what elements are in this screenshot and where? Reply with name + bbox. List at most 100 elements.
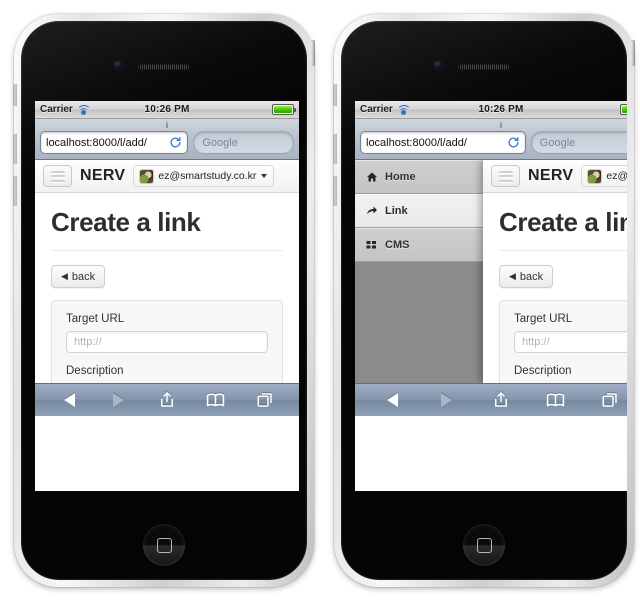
brand-label[interactable]: NERV — [80, 167, 125, 185]
chevron-left-icon: ◀ — [61, 271, 68, 281]
target-url-input[interactable]: http:// — [66, 331, 268, 353]
back-button-label: back — [71, 270, 96, 283]
sidebar-item-label: Link — [385, 204, 408, 217]
back-link-button[interactable]: ◀ back — [51, 265, 106, 288]
status-clock: 10:26 PM — [144, 104, 190, 115]
user-menu[interactable]: ez@smartstudy.co.kr — [581, 165, 627, 187]
browser-toolbar — [35, 383, 299, 416]
reload-icon[interactable] — [169, 136, 182, 149]
home-button[interactable] — [143, 524, 185, 566]
volume-up-button[interactable] — [333, 134, 337, 164]
volume-down-button[interactable] — [333, 176, 337, 206]
page-title: Create a link — [51, 207, 201, 237]
browser-top-bar: i localhost:8000/l/add/ Google — [35, 119, 299, 160]
sidebar-item-cms[interactable]: CMS — [355, 228, 483, 262]
search-placeholder: Google — [202, 136, 238, 149]
browser-url-row: localhost:8000/l/add/ Google — [360, 131, 627, 154]
phone-right: Carrier 10:26 PM i localhost:8000/l/add/ — [333, 14, 635, 587]
wifi-icon — [76, 105, 91, 115]
bookmarks-icon[interactable] — [543, 390, 567, 410]
tabs-icon[interactable] — [598, 390, 622, 410]
wifi-icon — [396, 105, 411, 115]
status-clock: 10:26 PM — [478, 104, 524, 115]
share-icon[interactable] — [155, 390, 179, 410]
browser-page-title: i — [166, 120, 168, 130]
search-input[interactable]: Google — [530, 131, 627, 154]
app-navbar: NERV ez@smartstudy.co.kr — [483, 160, 627, 193]
page-body: NERV ez@smartstudy.co.kr Create a link — [483, 160, 627, 383]
caret-down-icon — [261, 174, 268, 178]
grid-icon — [366, 239, 378, 251]
bookmarks-icon[interactable] — [204, 390, 228, 410]
status-left: Carrier — [360, 104, 422, 115]
form-panel: Target URL http:// Description — [51, 300, 283, 383]
earpiece-speaker-icon — [458, 64, 510, 70]
hamburger-icon[interactable] — [491, 165, 520, 187]
field-label-target-url: Target URL — [66, 313, 125, 325]
browser-top-bar: i localhost:8000/l/add/ Google — [355, 119, 627, 160]
title-divider — [499, 250, 627, 251]
status-bar: Carrier 10:26 PM — [35, 101, 299, 119]
page-content: Create a link ◀ back Target URL http:// … — [35, 193, 299, 383]
status-left: Carrier — [40, 104, 102, 115]
url-text: localhost:8000/l/add/ — [46, 136, 147, 149]
user-avatar — [588, 169, 602, 183]
carrier-label: Carrier — [40, 104, 73, 115]
screenshot-stage: Carrier 10:26 PM i localhost:8000/l/add/ — [0, 0, 640, 601]
brand-label[interactable]: NERV — [528, 167, 573, 185]
sidebar-item-link[interactable]: Link — [355, 194, 483, 228]
home-button[interactable] — [463, 524, 505, 566]
phone-glass: Carrier 10:26 PM i localhost:8000/l/add/ — [21, 21, 307, 580]
browser-url-row: localhost:8000/l/add/ Google — [40, 131, 294, 154]
status-bar: Carrier 10:26 PM — [355, 101, 627, 119]
app-navbar: NERV ez@smartstudy.co.kr — [35, 160, 299, 193]
reload-icon[interactable] — [507, 136, 520, 149]
browser-page-title: i — [500, 120, 502, 130]
user-menu[interactable]: ez@smartstudy.co.kr — [133, 165, 275, 187]
status-right — [580, 104, 627, 115]
sidebar-item-label: Home — [385, 170, 416, 183]
power-button[interactable] — [311, 40, 315, 66]
user-email-label: ez@smartstudy.co.kr — [158, 170, 257, 182]
volume-down-button[interactable] — [13, 176, 17, 206]
target-url-input[interactable]: http:// — [514, 331, 627, 353]
carrier-label: Carrier — [360, 104, 393, 115]
power-button[interactable] — [631, 40, 635, 66]
sidebar-item-home[interactable]: Home — [355, 160, 483, 194]
field-label-description: Description — [66, 365, 124, 377]
mute-switch[interactable] — [13, 84, 17, 106]
page-title: Create a link — [499, 207, 627, 237]
search-input[interactable]: Google — [193, 131, 294, 154]
title-divider — [51, 250, 283, 251]
back-button[interactable] — [57, 390, 81, 410]
share-icon[interactable] — [489, 390, 513, 410]
address-bar[interactable]: localhost:8000/l/add/ — [40, 131, 189, 154]
form-panel: Target URL http:// Description — [499, 300, 627, 383]
arrow-share-icon — [366, 205, 378, 217]
forward-button — [435, 390, 459, 410]
phone-glass: Carrier 10:26 PM i localhost:8000/l/add/ — [341, 21, 627, 580]
forward-button — [106, 390, 130, 410]
mute-switch[interactable] — [333, 84, 337, 106]
side-drawer: Home Link CMS — [355, 160, 483, 383]
phone-screen-left: Carrier 10:26 PM i localhost:8000/l/add/ — [35, 101, 299, 491]
home-icon — [366, 171, 378, 183]
field-label-target-url: Target URL — [514, 313, 573, 325]
back-button-label: back — [519, 270, 544, 283]
back-link-button[interactable]: ◀ back — [499, 265, 554, 288]
tabs-icon[interactable] — [253, 390, 277, 410]
page-body: NERV ez@smartstudy.co.kr Create a link — [35, 160, 299, 383]
back-button[interactable] — [380, 390, 404, 410]
front-camera-icon — [434, 61, 442, 69]
hamburger-icon[interactable] — [43, 165, 72, 187]
browser-toolbar — [355, 383, 627, 416]
chevron-left-icon: ◀ — [509, 271, 516, 281]
battery-icon — [272, 104, 296, 115]
url-text: localhost:8000/l/add/ — [366, 136, 467, 149]
web-viewport-left: NERV ez@smartstudy.co.kr Create a link ◀… — [35, 160, 299, 383]
address-bar[interactable]: localhost:8000/l/add/ — [360, 131, 526, 154]
search-placeholder: Google — [539, 136, 576, 149]
user-avatar — [140, 169, 154, 183]
battery-icon — [620, 104, 627, 115]
volume-up-button[interactable] — [13, 134, 17, 164]
